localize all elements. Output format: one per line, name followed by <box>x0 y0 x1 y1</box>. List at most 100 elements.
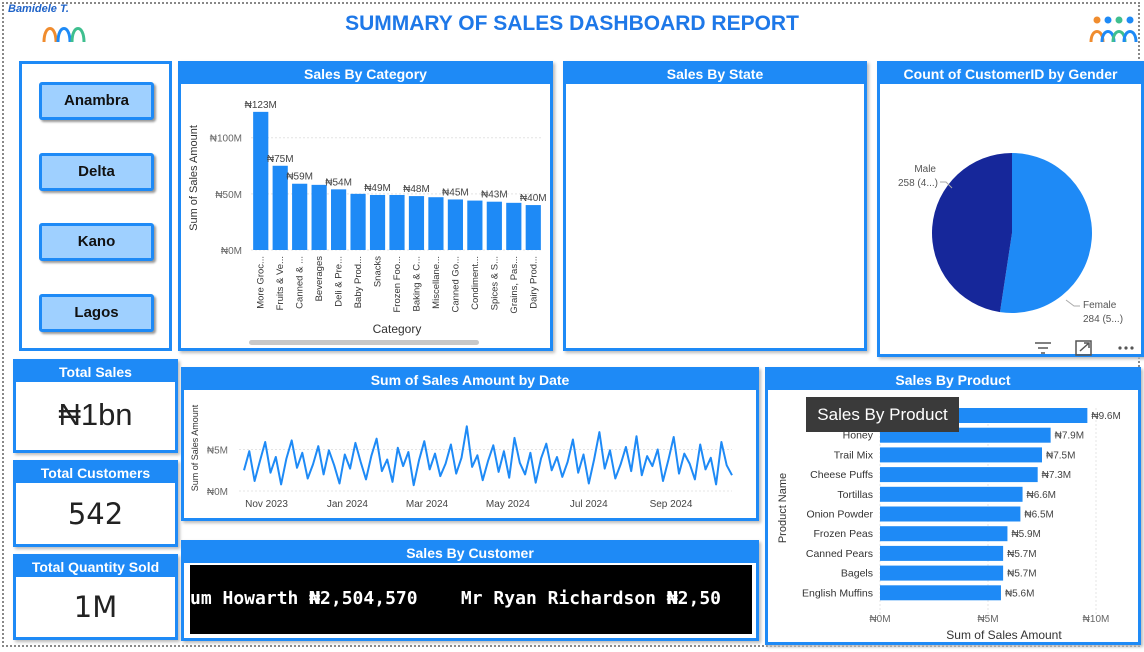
sales-by-state-panel[interactable]: Sales By State <box>563 61 867 351</box>
y-tick-label: Frozen Peas <box>813 528 873 540</box>
y-tick-label: ₦0M <box>207 487 228 498</box>
pie-label: Male <box>914 164 936 175</box>
data-label: ₦54M <box>325 177 352 188</box>
panel-title: Sales By Category <box>181 64 550 84</box>
horizontal-scrollbar[interactable] <box>249 340 479 345</box>
total-quantity-card[interactable]: Total Quantity Sold 1M <box>13 554 178 640</box>
data-label: ₦75M <box>267 154 294 165</box>
bar <box>467 200 483 250</box>
customer-gender-panel[interactable]: Count of CustomerID by Gender Male 258 (4… <box>877 61 1144 357</box>
x-tick-label: Baby Prod... <box>353 256 364 308</box>
y-tick-label: ₦5M <box>207 446 228 457</box>
panel-title: Count of CustomerID by Gender <box>880 64 1141 84</box>
x-tick-label: Grains, Pas... <box>509 256 520 314</box>
bar <box>880 545 1004 561</box>
y-tick-label: ₦100M <box>210 134 242 145</box>
x-tick-label: ₦10M <box>1083 614 1110 625</box>
x-tick-label: Jul 2024 <box>570 499 608 510</box>
x-tick-label: Beverages <box>314 256 325 302</box>
slicer-button-delta[interactable]: Delta <box>39 153 154 191</box>
bar <box>880 526 1008 542</box>
total-sales-card[interactable]: Total Sales ₦1bn <box>13 359 178 453</box>
x-tick-label: Frozen Foo... <box>392 256 403 313</box>
total-sales-value: ₦1bn <box>58 397 133 432</box>
slicer-button-anambra[interactable]: Anambra <box>39 82 154 120</box>
x-tick-label: Nov 2023 <box>245 499 288 510</box>
x-tick-label: Fruits & Ve... <box>275 256 286 310</box>
x-tick-label: Miscellane... <box>431 256 442 309</box>
bar <box>880 565 1004 581</box>
x-tick-label: Dairy Prod... <box>528 256 539 309</box>
bar <box>880 447 1042 463</box>
y-tick-label: Tortillas <box>837 489 873 501</box>
data-label: ₦48M <box>403 184 430 195</box>
bar <box>428 197 444 250</box>
bar <box>525 205 541 250</box>
category-bar-chart: ₦0M ₦50M ₦100M ₦123M More Groc... ₦75M Fruits … <box>188 100 547 345</box>
x-axis-title: Category <box>373 322 422 336</box>
sales-by-date-panel[interactable]: Sum of Sales Amount by Date ₦0M ₦5M Nov 20… <box>181 367 759 521</box>
filter-icon[interactable] <box>1035 342 1051 354</box>
bar <box>447 199 463 250</box>
y-axis-title: Product Name <box>777 473 789 543</box>
sales-by-category-panel[interactable]: Sales By Category ₦0M ₦50M ₦100M ₦123M More … <box>178 61 553 351</box>
x-tick-label: Jan 2024 <box>327 499 369 510</box>
pie-detail: 258 (4...) <box>898 178 938 189</box>
y-tick-label: Cheese Puffs <box>810 469 873 481</box>
pie-label: Female <box>1083 300 1117 311</box>
panel-title: Sales By State <box>566 64 864 84</box>
data-label: ₦59M <box>286 172 313 183</box>
data-label: ₦40M <box>520 193 547 204</box>
bar <box>486 201 502 250</box>
data-label: ₦9.6M <box>1091 411 1120 422</box>
slicer-button-kano[interactable]: Kano <box>39 223 154 261</box>
data-label: ₦43M <box>481 190 508 201</box>
state-slicer: Anambra Delta Kano Lagos <box>19 61 172 351</box>
bar <box>369 194 386 250</box>
y-tick-label: English Muffins <box>802 587 873 599</box>
x-tick-label: More Groc... <box>256 256 267 309</box>
data-label: ₦49M <box>364 183 391 194</box>
visual-header-toolbar <box>1035 340 1134 356</box>
total-customers-value: 542 <box>67 497 124 531</box>
data-label: ₦123M <box>245 100 277 111</box>
data-label: ₦6.5M <box>1024 510 1053 521</box>
slicer-button-lagos[interactable]: Lagos <box>39 294 154 332</box>
data-label: ₦5.7M <box>1007 569 1036 580</box>
customer-sales-ticker: um Howarth ₦2,504,570 Mr Ryan Richardson… <box>190 565 752 634</box>
y-tick-label: Canned Pears <box>806 548 873 560</box>
pie-slice-female <box>999 153 1092 313</box>
x-tick-label: Mar 2024 <box>406 499 449 510</box>
bar <box>350 193 366 250</box>
y-tick-label: Bagels <box>841 568 873 580</box>
data-label: ₦5.7M <box>1007 549 1036 560</box>
total-quantity-value: 1M <box>73 590 118 624</box>
line-series <box>243 425 733 487</box>
x-tick-label: May 2024 <box>486 499 530 510</box>
more-options-icon[interactable] <box>1118 346 1134 350</box>
y-axis-title: Sum of Sales Amount <box>190 404 200 491</box>
pie-detail: 284 (5...) <box>1083 314 1123 325</box>
x-axis-title: Sum of Sales Amount <box>946 628 1062 642</box>
y-tick-label: ₦0M <box>221 246 242 257</box>
kpi-label: Total Customers <box>16 463 175 483</box>
bar <box>880 467 1038 483</box>
gender-pie-chart: Male 258 (4...) Female 284 (5...) <box>898 153 1123 325</box>
x-tick-label: Sep 2024 <box>650 499 693 510</box>
data-label: ₦5.9M <box>1011 529 1040 540</box>
bar <box>292 183 308 250</box>
kpi-label: Total Quantity Sold <box>16 557 175 577</box>
bar <box>331 189 347 250</box>
page-title: SUMMARY OF SALES DASHBOARD REPORT <box>345 12 799 35</box>
bar <box>253 111 269 250</box>
total-customers-card[interactable]: Total Customers 542 <box>13 460 178 547</box>
data-label: ₦6.6M <box>1027 490 1056 501</box>
x-tick-label: Canned Go... <box>450 256 461 313</box>
x-tick-label: Spices & S... <box>489 256 500 310</box>
bar <box>880 486 1023 502</box>
bar <box>311 184 327 250</box>
bar <box>880 506 1021 522</box>
focus-mode-icon[interactable] <box>1075 340 1092 356</box>
y-axis-title: Sum of Sales Amount <box>188 125 200 231</box>
y-tick-label: Trail Mix <box>834 449 874 461</box>
